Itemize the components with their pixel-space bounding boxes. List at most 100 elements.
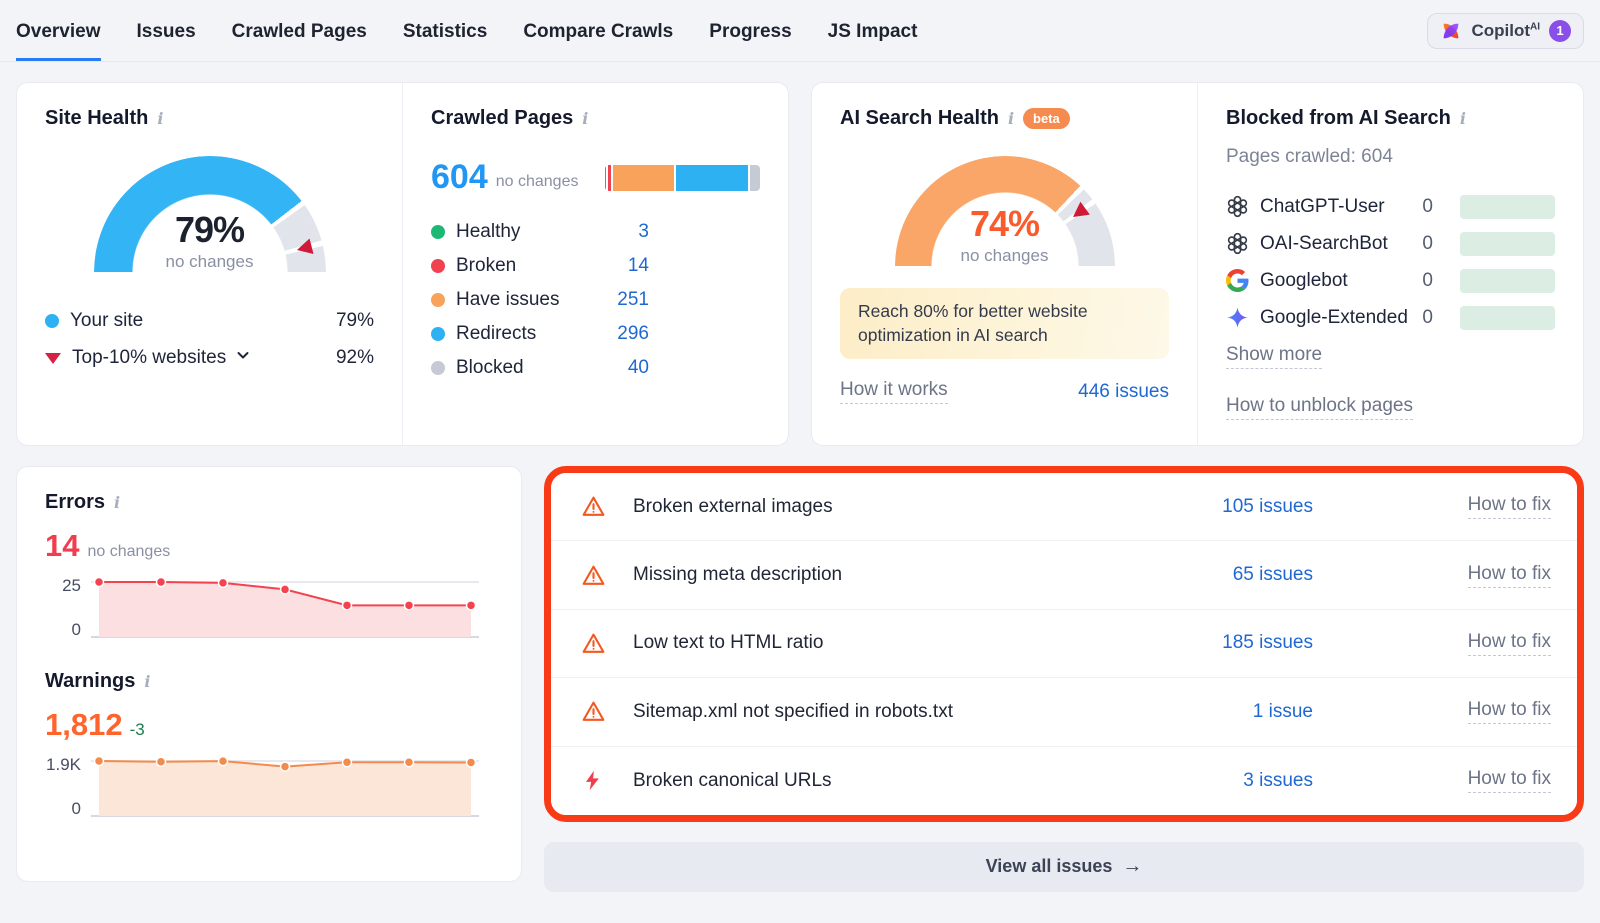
copilot-icon bbox=[1440, 20, 1462, 42]
issue-label: Sitemap.xml not specified in robots.txt bbox=[633, 701, 1133, 723]
red-dot-icon bbox=[431, 259, 445, 273]
show-more-link[interactable]: Show more bbox=[1226, 344, 1322, 369]
healthy-count-link[interactable]: 3 bbox=[638, 221, 649, 243]
how-to-unblock-link[interactable]: How to unblock pages bbox=[1226, 395, 1413, 420]
legend-label: Have issues bbox=[456, 289, 560, 311]
site-health-change: no changes bbox=[94, 252, 326, 272]
how-to-fix-link[interactable]: How to fix bbox=[1468, 768, 1551, 793]
errors-sparkline bbox=[91, 576, 479, 640]
legend-value: 79% bbox=[336, 310, 374, 332]
red-triangle-icon bbox=[45, 353, 61, 364]
tab-statistics[interactable]: Statistics bbox=[403, 0, 487, 61]
gray-dot-icon bbox=[431, 361, 445, 375]
google-extended-star-icon bbox=[1226, 306, 1249, 329]
openai-icon bbox=[1226, 195, 1249, 218]
ai-search-health-title: AI Search Health bbox=[840, 107, 999, 130]
legend-top10-websites: Top-10% websites 92% bbox=[45, 347, 374, 369]
blue-dot-icon bbox=[431, 327, 445, 341]
site-health-value: 79% bbox=[94, 209, 326, 251]
issue-row-broken-external-images[interactable]: Broken external images 105 issues How to… bbox=[551, 473, 1577, 541]
legend-label: Redirects bbox=[456, 323, 536, 345]
tab-progress[interactable]: Progress bbox=[709, 0, 791, 61]
chevron-down-icon[interactable] bbox=[235, 347, 251, 369]
issue-label: Broken external images bbox=[633, 496, 1133, 518]
warning-triangle-icon bbox=[581, 494, 633, 519]
info-icon[interactable]: i bbox=[1008, 109, 1014, 128]
site-health-title: Site Health bbox=[45, 107, 148, 130]
view-all-issues-button[interactable]: View all issues → bbox=[544, 842, 1584, 892]
bot-row-oai-searchbot: OAI-SearchBot 0 bbox=[1226, 225, 1555, 262]
bot-row-googlebot: Googlebot 0 bbox=[1226, 262, 1555, 299]
issue-label: Low text to HTML ratio bbox=[633, 632, 1133, 654]
y-axis-max: 25 bbox=[45, 576, 81, 596]
issue-count-link[interactable]: 65 issues bbox=[1233, 564, 1313, 586]
how-to-fix-link[interactable]: How to fix bbox=[1468, 563, 1551, 588]
legend-healthy: Healthy 3 bbox=[431, 221, 649, 243]
top-issues-card: Broken external images 105 issues How to… bbox=[551, 473, 1577, 815]
crawled-pages-stacked-bar bbox=[605, 165, 760, 191]
info-icon[interactable]: i bbox=[582, 109, 588, 128]
issue-count-link[interactable]: 185 issues bbox=[1222, 632, 1313, 654]
crawled-pages-total: 604 bbox=[431, 158, 488, 197]
info-icon[interactable]: i bbox=[1460, 109, 1466, 128]
ai-panel: AI Search Health i beta 74% no changes R… bbox=[811, 82, 1584, 446]
arrow-right-icon: → bbox=[1122, 855, 1142, 878]
error-bolt-icon bbox=[581, 769, 633, 792]
bot-bar bbox=[1460, 232, 1555, 256]
tab-js-impact[interactable]: JS Impact bbox=[828, 0, 918, 61]
orange-dot-icon bbox=[431, 293, 445, 307]
ai-search-health-value: 74% bbox=[895, 203, 1115, 245]
how-to-fix-link[interactable]: How to fix bbox=[1468, 494, 1551, 519]
issue-row-broken-canonical-urls[interactable]: Broken canonical URLs 3 issues How to fi… bbox=[551, 747, 1577, 815]
errors-value: 14 bbox=[45, 528, 79, 564]
how-it-works-link[interactable]: How it works bbox=[840, 379, 948, 404]
crawled-pages-title: Crawled Pages bbox=[431, 107, 573, 130]
bot-count: 0 bbox=[1422, 307, 1433, 329]
issue-row-low-text-html-ratio[interactable]: Low text to HTML ratio 185 issues How to… bbox=[551, 610, 1577, 678]
issue-label: Missing meta description bbox=[633, 564, 1133, 586]
copilot-button[interactable]: CopilotAI 1 bbox=[1427, 13, 1584, 49]
health-panel: Site Health i 79% no changes Your site bbox=[16, 82, 789, 446]
warnings-delta: -3 bbox=[130, 720, 145, 740]
bot-row-chatgpt-user: ChatGPT-User 0 bbox=[1226, 188, 1555, 225]
info-icon[interactable]: i bbox=[144, 672, 150, 691]
red-highlight-annotation: Broken external images 105 issues How to… bbox=[544, 466, 1584, 822]
have-issues-count-link[interactable]: 251 bbox=[617, 289, 649, 311]
top-nav: Overview Issues Crawled Pages Statistics… bbox=[0, 0, 1600, 62]
issue-count-link[interactable]: 1 issue bbox=[1253, 701, 1313, 723]
bot-bar bbox=[1460, 269, 1555, 293]
y-axis-max: 1.9K bbox=[45, 755, 81, 775]
broken-count-link[interactable]: 14 bbox=[628, 255, 649, 277]
tab-overview[interactable]: Overview bbox=[16, 0, 101, 61]
info-icon[interactable]: i bbox=[157, 109, 163, 128]
issue-row-missing-meta-description[interactable]: Missing meta description 65 issues How t… bbox=[551, 541, 1577, 609]
tab-crawled-pages[interactable]: Crawled Pages bbox=[232, 0, 367, 61]
beta-badge: beta bbox=[1023, 108, 1070, 129]
ai-issues-link[interactable]: 446 issues bbox=[1078, 381, 1169, 403]
legend-label: Blocked bbox=[456, 357, 524, 379]
info-icon[interactable]: i bbox=[114, 493, 120, 512]
bot-bar bbox=[1460, 306, 1555, 330]
bot-name: Googlebot bbox=[1260, 270, 1348, 292]
tab-compare-crawls[interactable]: Compare Crawls bbox=[523, 0, 673, 61]
issue-row-sitemap-not-in-robots[interactable]: Sitemap.xml not specified in robots.txt … bbox=[551, 678, 1577, 746]
legend-label: Top-10% websites bbox=[72, 347, 226, 369]
bot-name: ChatGPT-User bbox=[1260, 196, 1385, 218]
legend-redirects: Redirects 296 bbox=[431, 323, 649, 345]
errors-trend-chart: 25 0 bbox=[45, 576, 493, 640]
how-to-fix-link[interactable]: How to fix bbox=[1468, 631, 1551, 656]
pages-crawled-label: Pages crawled: 604 bbox=[1226, 146, 1555, 168]
redirects-count-link[interactable]: 296 bbox=[617, 323, 649, 345]
blocked-count-link[interactable]: 40 bbox=[628, 357, 649, 379]
how-to-fix-link[interactable]: How to fix bbox=[1468, 699, 1551, 724]
issue-count-link[interactable]: 3 issues bbox=[1243, 770, 1313, 792]
blocked-ai-title: Blocked from AI Search bbox=[1226, 107, 1451, 130]
legend-label: Healthy bbox=[456, 221, 520, 243]
view-all-label: View all issues bbox=[986, 856, 1113, 877]
ai-search-health-change: no changes bbox=[895, 246, 1115, 266]
issue-count-link[interactable]: 105 issues bbox=[1222, 496, 1313, 518]
warnings-sparkline bbox=[91, 755, 479, 819]
tab-issues[interactable]: Issues bbox=[137, 0, 196, 61]
copilot-badge: 1 bbox=[1549, 20, 1571, 42]
warnings-value: 1,812 bbox=[45, 707, 123, 743]
